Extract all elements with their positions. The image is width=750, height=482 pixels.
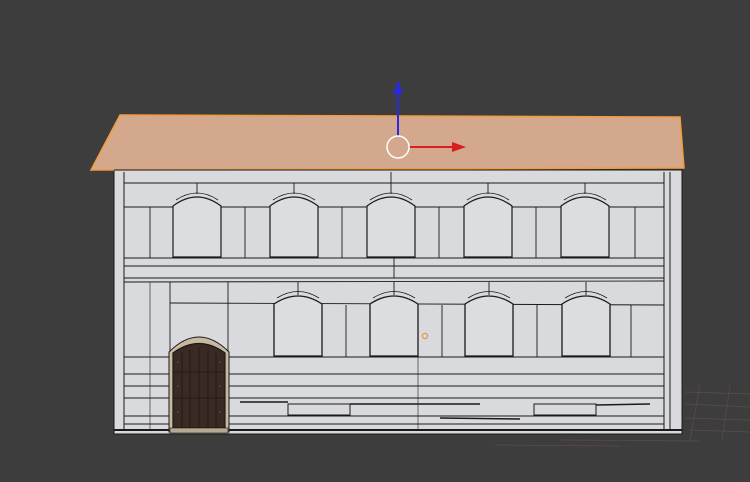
window-lower-3 <box>464 295 514 357</box>
window-upper-4 <box>463 196 513 258</box>
building-mesh[interactable] <box>89 114 685 435</box>
3d-viewport[interactable] <box>0 0 750 482</box>
entrance-door <box>168 336 230 434</box>
window-lower-4 <box>561 295 611 357</box>
window-lower-2 <box>369 295 419 357</box>
window-upper-5 <box>560 196 610 258</box>
window-upper-3 <box>366 196 416 258</box>
window-upper-2 <box>269 196 319 258</box>
window-upper-1 <box>172 196 222 258</box>
door-threshold <box>169 427 229 434</box>
window-lower-1 <box>273 295 323 357</box>
viewport-canvas[interactable] <box>0 0 750 482</box>
